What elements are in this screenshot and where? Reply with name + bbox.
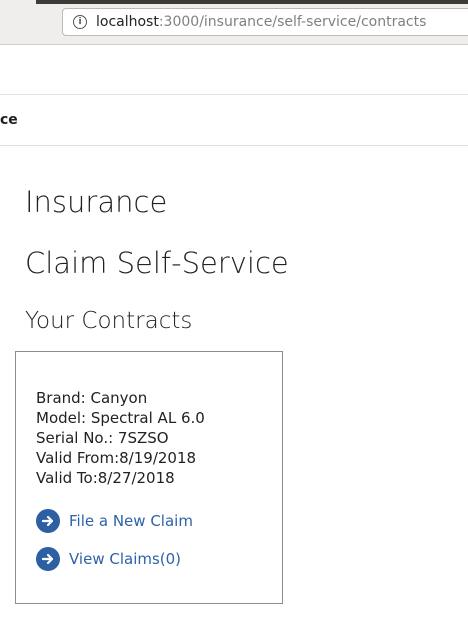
file-new-claim-link[interactable]: File a New Claim (36, 509, 193, 533)
arrow-right-circle-icon[interactable] (36, 509, 60, 533)
section-title: Your Contracts (25, 308, 193, 334)
address-bar[interactable]: i localhost:3000/insurance/self-service/… (62, 8, 468, 36)
contract-brand: Brand: Canyon (36, 389, 148, 407)
contract-card: Brand: Canyon Model: Spectral AL 6.0 Ser… (15, 351, 283, 604)
arrow-right-circle-icon[interactable] (36, 547, 60, 571)
contract-serial: Serial No.: 7SZSO (36, 429, 169, 447)
view-claims-link[interactable]: View Claims(0) (36, 547, 181, 571)
contract-model: Model: Spectral AL 6.0 (36, 409, 205, 427)
view-claims-label[interactable]: View Claims(0) (69, 550, 181, 568)
contract-valid-to: Valid To:8/27/2018 (36, 469, 175, 487)
page-title: Insurance (25, 185, 168, 219)
file-new-claim-label[interactable]: File a New Claim (69, 512, 193, 530)
info-icon[interactable]: i (73, 15, 87, 29)
nav-divider (0, 145, 468, 146)
nav-title[interactable]: ce (0, 112, 18, 128)
app-header (0, 45, 468, 95)
browser-tab-strip (36, 0, 468, 4)
url-text[interactable]: localhost:3000/insurance/self-service/co… (96, 14, 426, 30)
contract-valid-from: Valid From:8/19/2018 (36, 449, 197, 467)
url-host: localhost (96, 14, 159, 30)
url-path: :3000/insurance/self-service/contracts (158, 14, 427, 30)
browser-toolbar: i localhost:3000/insurance/self-service/… (0, 0, 468, 45)
contract-details: Brand: Canyon Model: Spectral AL 6.0 Ser… (36, 388, 205, 488)
page-subtitle: Claim Self-Service (25, 246, 289, 280)
